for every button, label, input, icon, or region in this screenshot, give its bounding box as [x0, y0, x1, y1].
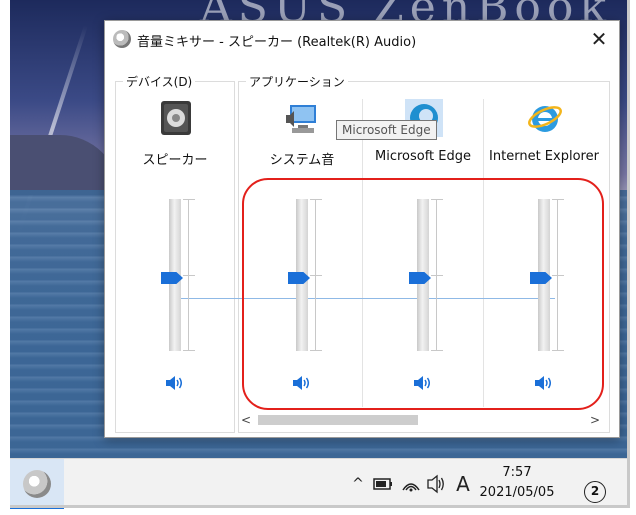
volume-mixer-taskbar-icon — [23, 470, 51, 498]
ime-indicator[interactable]: A — [452, 459, 474, 509]
battery-icon[interactable] — [372, 459, 394, 509]
speaker-device-icon — [161, 101, 191, 135]
active-indicator — [10, 506, 64, 509]
clock-date: 2021/05/05 — [479, 485, 555, 500]
window-title: 音量ミキサー - スピーカー (Realtek(R) Audio) — [137, 35, 417, 50]
mute-speaker-icon[interactable] — [165, 375, 185, 391]
scroll-left-button[interactable]: < — [238, 411, 254, 429]
channel-speaker: スピーカー — [115, 99, 235, 419]
notification-center-button[interactable]: 2 — [584, 481, 606, 503]
taskbar-volume-mixer-button[interactable] — [10, 459, 64, 509]
clock-time: 7:57 — [502, 465, 532, 480]
system-sounds-icon — [286, 105, 316, 133]
channel-name: Microsoft Edge — [374, 149, 471, 164]
slider-ticks — [183, 199, 195, 351]
scroll-right-button[interactable]: > — [587, 411, 603, 429]
volume-icon[interactable] — [426, 459, 448, 509]
scrollbar-thumb[interactable] — [258, 415, 418, 425]
channel-name: Internet Explorer — [489, 149, 599, 164]
annotation-highlight — [242, 178, 604, 410]
internet-explorer-icon — [528, 106, 562, 132]
show-hidden-icons-chevron[interactable]: ^ — [348, 459, 368, 509]
slider-tick — [183, 350, 195, 351]
taskbar-clock[interactable]: 7:57 2021/05/05 — [472, 463, 562, 503]
volume-mixer-app-icon — [113, 30, 131, 48]
slider-tick — [183, 199, 195, 200]
close-button[interactable]: ✕ — [579, 21, 619, 57]
device-group-label: デバイス(D) — [123, 73, 196, 90]
horizontal-scrollbar[interactable]: < > — [238, 411, 603, 429]
wifi-icon[interactable] — [400, 459, 422, 509]
taskbar: ^ A 7:57 2021/05/05 2 — [10, 458, 630, 509]
channel-name: スピーカー — [142, 153, 208, 168]
edge-tooltip: Microsoft Edge — [336, 120, 437, 140]
title-bar[interactable]: 音量ミキサー - スピーカー (Realtek(R) Audio) ✕ — [105, 21, 619, 57]
applications-group-label: アプリケーション — [246, 73, 348, 90]
channel-name: システム音 — [269, 153, 335, 168]
slider-tick — [183, 274, 195, 276]
